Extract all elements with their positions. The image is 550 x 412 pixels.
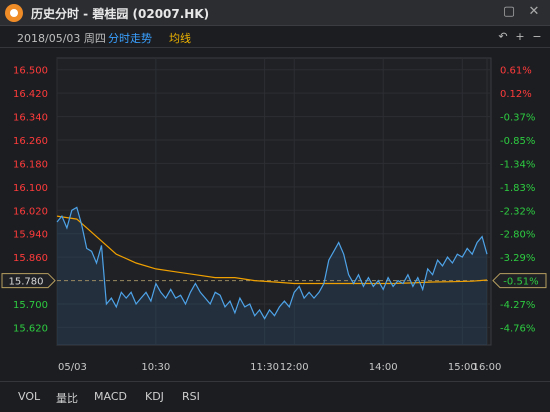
ref-pct-value: -0.51% [503, 277, 538, 288]
price-tick-label: 15.620 [13, 323, 48, 334]
zoom-out-icon[interactable]: − [531, 31, 543, 43]
window-title: 历史分时 - 碧桂园 (02007.HK) [31, 7, 210, 21]
percent-tick-label: -0.37% [500, 113, 535, 124]
price-tick-label: 15.940 [13, 230, 48, 241]
price-tick-label: 16.500 [13, 66, 48, 77]
chart-svg: 16.500 0.61% 16.420 0.12% 16.340 -0.37% 16.260… [1, 57, 547, 373]
tab-rsi[interactable]: RSI [182, 390, 200, 403]
percent-tick-label: -1.34% [500, 159, 535, 170]
app-logo-icon [5, 4, 23, 22]
ref-price-value: 15.780 [9, 277, 44, 288]
percent-tick-label: -1.83% [500, 183, 535, 194]
price-tick-label: 15.700 [13, 300, 48, 311]
tab-vol[interactable]: VOL [18, 390, 40, 403]
tab-macd[interactable]: MACD [94, 390, 127, 403]
time-tick-label: 05/03 [58, 362, 87, 373]
tab-average-line[interactable]: 均线 [169, 30, 191, 46]
zoom-in-icon[interactable]: + [514, 31, 526, 43]
tab-kdj[interactable]: KDJ [145, 390, 164, 403]
price-tick-label: 16.260 [13, 136, 48, 147]
intraday-chart[interactable]: 16.500 0.61% 16.420 0.12% 16.340 -0.37% 16.260… [0, 48, 550, 380]
history-intraday-window: 历史分时 - 碧桂园 (02007.HK) ▢ ✕ 2018/05/03 周四 … [0, 0, 550, 412]
price-tick-label: 15.860 [13, 253, 48, 264]
time-tick-label: 14:00 [369, 362, 398, 373]
time-tick-label: 11:30 [250, 362, 279, 373]
percent-tick-label: -2.32% [500, 206, 535, 217]
restore-button[interactable]: ▢ [501, 4, 517, 20]
price-tick-label: 16.100 [13, 183, 48, 194]
close-button[interactable]: ✕ [526, 4, 542, 20]
percent-tick-label: 0.61% [500, 66, 532, 77]
indicator-tabs: VOL 量比 MACD KDJ RSI [0, 381, 550, 412]
percent-tick-label: -2.80% [500, 230, 535, 241]
trade-date: 2018/05/03 周四 [17, 32, 106, 45]
price-tick-label: 16.020 [13, 206, 48, 217]
percent-tick-label: -4.76% [500, 323, 535, 334]
percent-tick-label: 0.12% [500, 89, 532, 100]
percent-tick-label: -3.29% [500, 253, 535, 264]
tab-intraday-trend[interactable]: 分时走势 [108, 30, 152, 46]
time-tick-label: 12:00 [280, 362, 309, 373]
undo-icon[interactable]: ↶ [497, 31, 509, 43]
price-tick-label: 16.180 [13, 159, 48, 170]
price-tick-label: 16.420 [13, 89, 48, 100]
time-tick-label: 16:00 [473, 362, 502, 373]
time-tick-label: 10:30 [141, 362, 170, 373]
title-bar: 历史分时 - 碧桂园 (02007.HK) ▢ ✕ [0, 0, 550, 26]
chart-toolbar: 2018/05/03 周四 分时走势 均线 ↶ + − [0, 26, 550, 48]
percent-tick-label: -0.85% [500, 136, 535, 147]
percent-tick-label: -4.27% [500, 300, 535, 311]
tab-volume-ratio[interactable]: 量比 [56, 390, 78, 406]
price-tick-label: 16.340 [13, 113, 48, 124]
